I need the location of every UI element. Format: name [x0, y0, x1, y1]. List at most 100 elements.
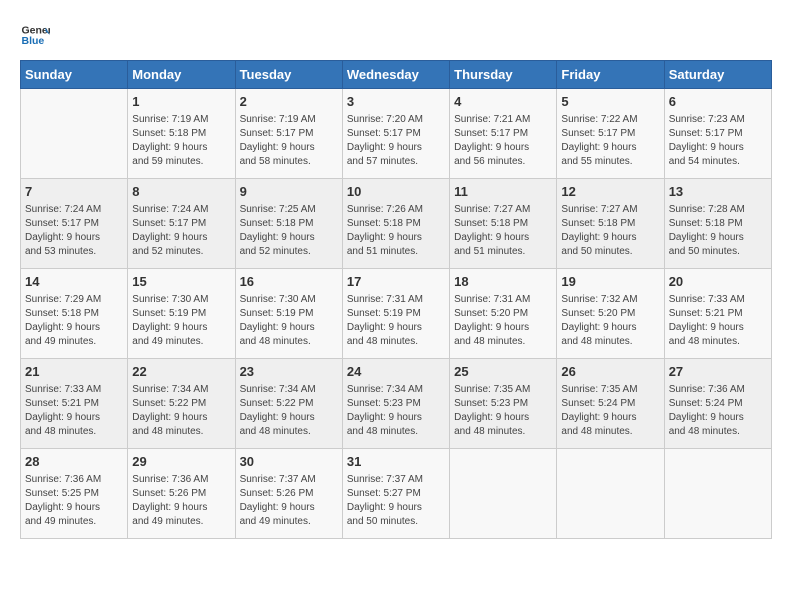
cell-content: Sunrise: 7:36 AM Sunset: 5:24 PM Dayligh… — [669, 383, 767, 439]
page-header: General Blue — [20, 20, 772, 50]
logo: General Blue — [20, 20, 50, 50]
calendar-cell: 3 Sunrise: 7:20 AM Sunset: 5:17 PM Daylig… — [342, 89, 449, 179]
calendar-table: SundayMondayTuesdayWednesdayThursdayFrid… — [20, 60, 772, 539]
day-number: 23 — [240, 363, 338, 381]
svg-text:Blue: Blue — [22, 35, 45, 47]
day-number: 8 — [132, 183, 230, 201]
day-number: 25 — [454, 363, 552, 381]
col-header-thursday: Thursday — [450, 61, 557, 89]
day-number: 13 — [669, 183, 767, 201]
day-number: 30 — [240, 453, 338, 471]
cell-content: Sunrise: 7:37 AM Sunset: 5:27 PM Dayligh… — [347, 473, 445, 529]
cell-content: Sunrise: 7:30 AM Sunset: 5:19 PM Dayligh… — [240, 293, 338, 349]
calendar-cell: 8Sunrise: 7:24 AM Sunset: 5:17 PM Daylig… — [128, 179, 235, 269]
calendar-cell: 5 Sunrise: 7:22 AM Sunset: 5:17 PM Daylig… — [557, 89, 664, 179]
calendar-cell: 20Sunrise: 7:33 AM Sunset: 5:21 PM Dayli… — [664, 269, 771, 359]
cell-content: Sunrise: 7:28 AM Sunset: 5:18 PM Dayligh… — [669, 203, 767, 259]
calendar-cell: 25Sunrise: 7:35 AM Sunset: 5:23 PM Dayli… — [450, 359, 557, 449]
week-row-5: 28 Sunrise: 7:36 AM Sunset: 5:25 PM Dayli… — [21, 449, 772, 539]
calendar-cell: 24 Sunrise: 7:34 AM Sunset: 5:23 PM Dayli… — [342, 359, 449, 449]
col-header-tuesday: Tuesday — [235, 61, 342, 89]
cell-content: Sunrise: 7:31 AM Sunset: 5:20 PM Dayligh… — [454, 293, 552, 349]
week-row-2: 7 Sunrise: 7:24 AM Sunset: 5:17 PM Daylig… — [21, 179, 772, 269]
cell-content: Sunrise: 7:33 AM Sunset: 5:21 PM Dayligh… — [669, 293, 767, 349]
day-number: 18 — [454, 273, 552, 291]
calendar-cell: 26 Sunrise: 7:35 AM Sunset: 5:24 PM Dayli… — [557, 359, 664, 449]
day-number: 29 — [132, 453, 230, 471]
day-number: 12 — [561, 183, 659, 201]
day-number: 10 — [347, 183, 445, 201]
week-row-1: 1 Sunrise: 7:19 AM Sunset: 5:18 PM Daylig… — [21, 89, 772, 179]
calendar-cell: 27 Sunrise: 7:36 AM Sunset: 5:24 PM Dayli… — [664, 359, 771, 449]
calendar-cell: 12 Sunrise: 7:27 AM Sunset: 5:18 PM Dayli… — [557, 179, 664, 269]
day-number: 11 — [454, 183, 552, 201]
cell-content: Sunrise: 7:26 AM Sunset: 5:18 PM Dayligh… — [347, 203, 445, 259]
cell-content: Sunrise: 7:19 AM Sunset: 5:17 PM Dayligh… — [240, 113, 338, 169]
cell-content: Sunrise: 7:34 AM Sunset: 5:23 PM Dayligh… — [347, 383, 445, 439]
day-number: 9 — [240, 183, 338, 201]
cell-content: Sunrise: 7:34 AM Sunset: 5:22 PM Dayligh… — [240, 383, 338, 439]
cell-content: Sunrise: 7:33 AM Sunset: 5:21 PM Dayligh… — [25, 383, 123, 439]
cell-content: Sunrise: 7:34 AM Sunset: 5:22 PM Dayligh… — [132, 383, 230, 439]
calendar-cell: 17 Sunrise: 7:31 AM Sunset: 5:19 PM Dayli… — [342, 269, 449, 359]
col-header-sunday: Sunday — [21, 61, 128, 89]
day-number: 5 — [561, 93, 659, 111]
calendar-cell: 19 Sunrise: 7:32 AM Sunset: 5:20 PM Dayli… — [557, 269, 664, 359]
day-number: 19 — [561, 273, 659, 291]
calendar-cell: 31Sunrise: 7:37 AM Sunset: 5:27 PM Dayli… — [342, 449, 449, 539]
day-number: 14 — [25, 273, 123, 291]
calendar-cell: 16Sunrise: 7:30 AM Sunset: 5:19 PM Dayli… — [235, 269, 342, 359]
day-number: 28 — [25, 453, 123, 471]
calendar-cell — [21, 89, 128, 179]
calendar-cell: 15Sunrise: 7:30 AM Sunset: 5:19 PM Dayli… — [128, 269, 235, 359]
calendar-cell: 11 Sunrise: 7:27 AM Sunset: 5:18 PM Dayli… — [450, 179, 557, 269]
cell-content: Sunrise: 7:20 AM Sunset: 5:17 PM Dayligh… — [347, 113, 445, 169]
week-row-3: 14 Sunrise: 7:29 AM Sunset: 5:18 PM Dayli… — [21, 269, 772, 359]
cell-content: Sunrise: 7:32 AM Sunset: 5:20 PM Dayligh… — [561, 293, 659, 349]
cell-content: Sunrise: 7:30 AM Sunset: 5:19 PM Dayligh… — [132, 293, 230, 349]
calendar-cell: 1 Sunrise: 7:19 AM Sunset: 5:18 PM Daylig… — [128, 89, 235, 179]
day-number: 22 — [132, 363, 230, 381]
calendar-cell: 10 Sunrise: 7:26 AM Sunset: 5:18 PM Dayli… — [342, 179, 449, 269]
calendar-cell: 14 Sunrise: 7:29 AM Sunset: 5:18 PM Dayli… — [21, 269, 128, 359]
cell-content: Sunrise: 7:29 AM Sunset: 5:18 PM Dayligh… — [25, 293, 123, 349]
calendar-cell: 9 Sunrise: 7:25 AM Sunset: 5:18 PM Daylig… — [235, 179, 342, 269]
cell-content: Sunrise: 7:27 AM Sunset: 5:18 PM Dayligh… — [561, 203, 659, 259]
calendar-cell — [450, 449, 557, 539]
day-number: 3 — [347, 93, 445, 111]
day-number: 26 — [561, 363, 659, 381]
calendar-cell: 30 Sunrise: 7:37 AM Sunset: 5:26 PM Dayli… — [235, 449, 342, 539]
calendar-cell: 13 Sunrise: 7:28 AM Sunset: 5:18 PM Dayli… — [664, 179, 771, 269]
week-row-4: 21 Sunrise: 7:33 AM Sunset: 5:21 PM Dayli… — [21, 359, 772, 449]
cell-content: Sunrise: 7:37 AM Sunset: 5:26 PM Dayligh… — [240, 473, 338, 529]
calendar-cell: 7 Sunrise: 7:24 AM Sunset: 5:17 PM Daylig… — [21, 179, 128, 269]
cell-content: Sunrise: 7:31 AM Sunset: 5:19 PM Dayligh… — [347, 293, 445, 349]
calendar-cell: 2Sunrise: 7:19 AM Sunset: 5:17 PM Daylig… — [235, 89, 342, 179]
day-number: 27 — [669, 363, 767, 381]
day-number: 4 — [454, 93, 552, 111]
cell-content: Sunrise: 7:24 AM Sunset: 5:17 PM Dayligh… — [25, 203, 123, 259]
cell-content: Sunrise: 7:36 AM Sunset: 5:26 PM Dayligh… — [132, 473, 230, 529]
day-number: 21 — [25, 363, 123, 381]
col-header-wednesday: Wednesday — [342, 61, 449, 89]
calendar-cell: 4Sunrise: 7:21 AM Sunset: 5:17 PM Daylig… — [450, 89, 557, 179]
cell-content: Sunrise: 7:22 AM Sunset: 5:17 PM Dayligh… — [561, 113, 659, 169]
cell-content: Sunrise: 7:19 AM Sunset: 5:18 PM Dayligh… — [132, 113, 230, 169]
day-number: 24 — [347, 363, 445, 381]
cell-content: Sunrise: 7:35 AM Sunset: 5:24 PM Dayligh… — [561, 383, 659, 439]
day-number: 17 — [347, 273, 445, 291]
col-header-monday: Monday — [128, 61, 235, 89]
calendar-cell: 18 Sunrise: 7:31 AM Sunset: 5:20 PM Dayli… — [450, 269, 557, 359]
calendar-cell: 28 Sunrise: 7:36 AM Sunset: 5:25 PM Dayli… — [21, 449, 128, 539]
calendar-cell: 21 Sunrise: 7:33 AM Sunset: 5:21 PM Dayli… — [21, 359, 128, 449]
day-number: 7 — [25, 183, 123, 201]
calendar-cell — [664, 449, 771, 539]
col-header-friday: Friday — [557, 61, 664, 89]
day-number: 1 — [132, 93, 230, 111]
calendar-cell: 22 Sunrise: 7:34 AM Sunset: 5:22 PM Dayli… — [128, 359, 235, 449]
cell-content: Sunrise: 7:27 AM Sunset: 5:18 PM Dayligh… — [454, 203, 552, 259]
day-number: 6 — [669, 93, 767, 111]
cell-content: Sunrise: 7:25 AM Sunset: 5:18 PM Dayligh… — [240, 203, 338, 259]
col-header-saturday: Saturday — [664, 61, 771, 89]
cell-content: Sunrise: 7:36 AM Sunset: 5:25 PM Dayligh… — [25, 473, 123, 529]
